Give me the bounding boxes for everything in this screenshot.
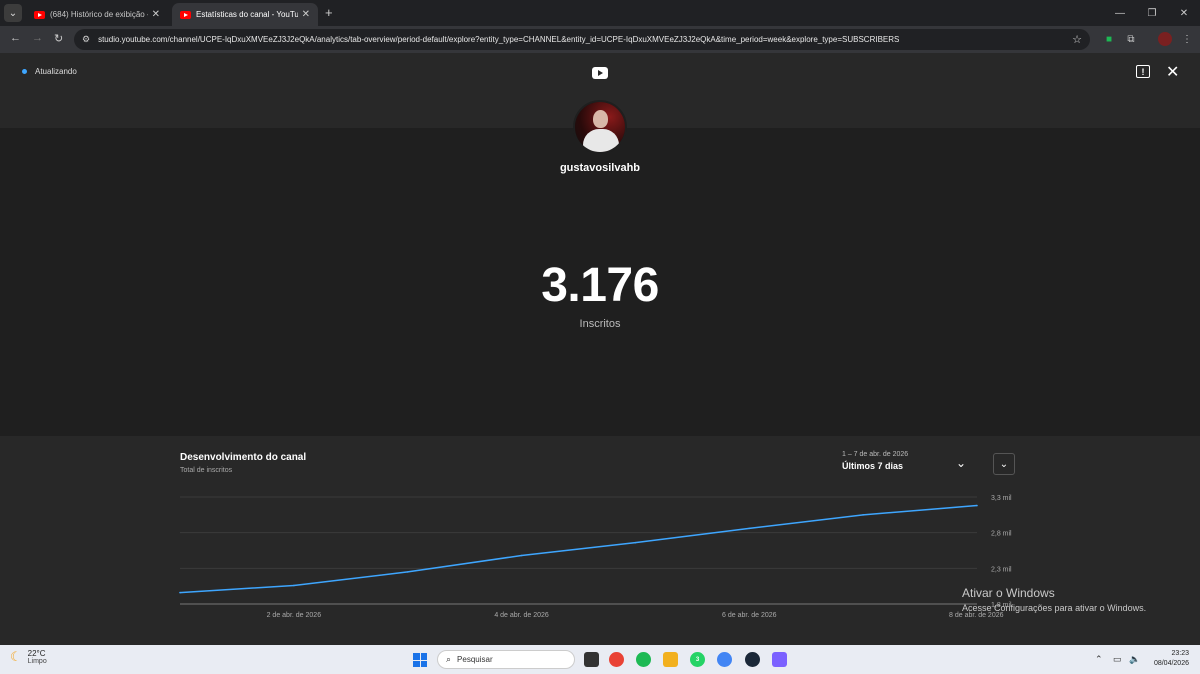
start-button[interactable]	[413, 653, 427, 667]
profile-avatar-icon[interactable]	[1158, 32, 1172, 46]
address-bar[interactable]: ⚙ studio.youtube.com/channel/UCPE-IqDxuX…	[74, 29, 1090, 50]
taskbar: ☾ 22°C Limpo ⌕ Pesquisar 3 ⌃ ▭ 🔈 23:23 0…	[0, 645, 1200, 674]
data-point	[862, 514, 864, 516]
x-tick-label: 2 de abr. de 2026	[267, 612, 322, 619]
file-explorer-icon[interactable]	[663, 652, 678, 667]
browser-toolbar: ← → ↻ ⚙ studio.youtube.com/channel/UCPE-…	[0, 26, 1200, 53]
back-icon[interactable]: ←	[10, 32, 21, 44]
channel-name: gustavosilvahb	[559, 162, 641, 174]
reload-icon[interactable]: ↻	[54, 32, 63, 45]
restore-icon[interactable]: ❐	[1136, 0, 1168, 26]
extension-icon[interactable]: ■	[1102, 32, 1116, 46]
data-point	[293, 584, 295, 587]
weather-widget[interactable]: ☾ 22°C Limpo	[10, 649, 47, 665]
feedback-icon[interactable]: !	[1136, 65, 1150, 78]
spotify-icon[interactable]	[636, 652, 651, 667]
youtube-favicon-icon	[180, 10, 191, 19]
subscribers-series-line	[179, 504, 978, 594]
window-close-icon[interactable]: ✕	[1168, 0, 1200, 26]
activation-watermark: Ativar o Windows Acesse Configurações pa…	[962, 586, 1146, 613]
x-tick-label: 8 de abr. de 2026	[949, 612, 1004, 619]
forward-icon[interactable]: →	[32, 32, 43, 44]
tab-close-icon[interactable]: ✕	[152, 9, 160, 20]
status-dot-icon	[22, 69, 27, 74]
status-indicator: Atualizando	[22, 67, 77, 76]
volume-icon[interactable]: 🔈	[1129, 654, 1140, 665]
x-tick-label: 6 de abr. de 2026	[722, 612, 777, 619]
x-tick-label: 4 de abr. de 2026	[494, 612, 549, 619]
tab-title: Estatísticas do canal - YouTube	[196, 10, 298, 19]
tray-chevron-up-icon[interactable]: ⌃	[1095, 654, 1103, 665]
search-icon: ⌕	[446, 654, 452, 664]
tab-close-icon[interactable]: ✕	[302, 9, 310, 20]
steam-icon[interactable]	[745, 652, 760, 667]
y-tick-label: 2,8 mil	[991, 531, 1012, 538]
weather-temp: 22°C	[27, 649, 46, 658]
channel-growth-panel: Desenvolvimento do canal Total de inscri…	[0, 436, 1200, 645]
data-point	[406, 571, 409, 573]
data-point	[748, 527, 751, 530]
tab-strip: ⌄ (684) Histórico de exibição - Yo ✕ Est…	[0, 0, 1200, 26]
y-tick-label: 2,3 mil	[991, 566, 1012, 573]
bookmark-star-icon[interactable]: ☆	[1072, 33, 1082, 46]
url-text: studio.youtube.com/channel/UCPE-IqDxuXMV…	[98, 35, 900, 44]
status-text: Atualizando	[35, 67, 77, 76]
tab-analytics[interactable]: Estatísticas do canal - YouTube ✕	[172, 3, 318, 26]
main-content: gustavosilvahb 3.176 Inscritos Desenvolv…	[0, 100, 1200, 645]
task-view-icon[interactable]	[584, 652, 599, 667]
browser-menu-icon[interactable]: ⋮	[1180, 32, 1194, 46]
extensions-puzzle-icon[interactable]: ⧉	[1124, 32, 1138, 46]
subscriber-label: Inscritos	[579, 318, 621, 330]
watermark-title: Ativar o Windows	[962, 586, 1055, 600]
data-point	[976, 504, 978, 507]
channel-avatar	[573, 100, 627, 154]
moon-icon: ☾	[10, 649, 22, 664]
network-icon[interactable]: ▭	[1113, 654, 1122, 665]
data-point	[520, 554, 523, 557]
app-colorful-icon[interactable]	[609, 652, 624, 667]
chrome-icon[interactable]	[717, 652, 732, 667]
taskbar-search[interactable]: ⌕ Pesquisar	[437, 650, 575, 669]
new-tab-button[interactable]: +	[325, 5, 333, 20]
app-icon[interactable]	[772, 652, 787, 667]
tab-search-button[interactable]: ⌄	[4, 4, 22, 22]
youtube-logo-icon	[592, 67, 608, 79]
taskbar-clock[interactable]: 23:23 08/04/2026	[1147, 649, 1189, 669]
y-tick-label: 3,3 mil	[991, 495, 1012, 502]
search-placeholder: Pesquisar	[457, 655, 493, 664]
site-info-icon[interactable]: ⚙	[82, 34, 90, 45]
subscriber-count: 3.176	[541, 259, 659, 312]
data-point	[179, 591, 181, 594]
subscribers-line-chart: 3,3 mil2,8 mil2,3 mil1,8 mil2 de abr. de…	[179, 495, 1012, 619]
clock-date: 08/04/2026	[1153, 660, 1189, 667]
clock-time: 23:23	[1171, 650, 1189, 657]
weather-condition: Limpo	[27, 658, 47, 665]
whatsapp-badge: 3	[695, 656, 700, 663]
watermark-text: Acesse Configurações para ativar o Windo…	[962, 603, 1147, 613]
tab-title: (684) Histórico de exibição - Yo	[50, 10, 148, 19]
whatsapp-icon[interactable]: 3	[690, 652, 705, 667]
close-icon[interactable]: ✕	[1166, 62, 1179, 82]
minimize-icon[interactable]: —	[1104, 0, 1136, 26]
youtube-favicon-icon	[34, 10, 45, 19]
window-controls: — ❐ ✕	[1104, 0, 1200, 26]
data-point	[634, 541, 637, 544]
tab-history[interactable]: (684) Histórico de exibição - Yo ✕	[26, 3, 168, 26]
